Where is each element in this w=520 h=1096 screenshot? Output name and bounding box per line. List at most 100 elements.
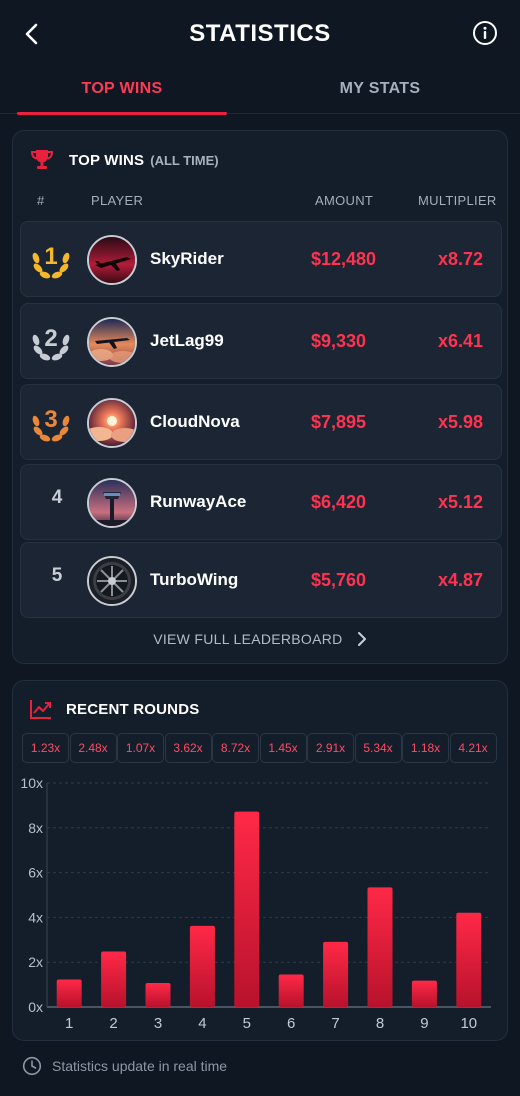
leaderboard-row[interactable]: 4 RunwayAce $6,420 x5.12 — [20, 464, 502, 540]
y-tick-label: 8x — [28, 820, 43, 836]
silver-laurel-medal-icon: 2 — [32, 325, 70, 361]
top-wins-header: TOP WINS (ALL TIME) — [29, 147, 219, 173]
y-tick-label: 10x — [20, 775, 43, 791]
player-name: CloudNova — [150, 412, 240, 431]
info-button[interactable] — [472, 20, 498, 46]
x-tick-label: 7 — [331, 1015, 339, 1032]
col-amount: AMOUNT — [315, 193, 374, 208]
bar-round-3[interactable] — [145, 983, 171, 1007]
col-player: PLAYER — [91, 193, 144, 208]
round-chip: 1.23x — [22, 733, 69, 763]
gold-laurel-medal-icon: 1 — [32, 243, 70, 279]
bar-round-10[interactable] — [456, 912, 482, 1007]
tab-my-stats[interactable]: MY STATS — [275, 66, 485, 114]
footer-note: Statistics update in real time — [22, 1056, 227, 1076]
view-full-leaderboard-link[interactable]: VIEW FULL LEADERBOARD — [13, 631, 507, 647]
view-full-label: VIEW FULL LEADERBOARD — [153, 631, 343, 647]
control-tower-image — [89, 480, 135, 526]
x-tick-label: 5 — [243, 1015, 251, 1032]
plane-sunset-image — [89, 237, 135, 283]
bar-round-1[interactable] — [56, 979, 82, 1007]
win-multiplier: x5.98 — [437, 412, 483, 432]
app-header: STATISTICS — [0, 0, 520, 66]
bar-round-9[interactable] — [411, 980, 437, 1007]
leaderboard-row[interactable]: 2 JetLag99 $9,330 x6.41 — [20, 303, 502, 379]
leaderboard-row[interactable]: 5 TurboWing $5,760 x4.87 — [20, 542, 502, 618]
trophy-icon — [30, 150, 54, 169]
x-tick-label: 3 — [154, 1015, 162, 1032]
avatar-plane-clouds — [87, 317, 137, 367]
jet-engine-image — [89, 558, 135, 604]
top-wins-title: TOP WINS — [69, 151, 145, 169]
leaderboard-row[interactable]: 1 SkyRider $12,480 x8.72 — [20, 221, 502, 297]
bar-round-8[interactable] — [367, 887, 393, 1007]
info-icon — [473, 21, 497, 45]
x-tick-label: 10 — [460, 1015, 477, 1032]
player-name: SkyRider — [150, 249, 224, 268]
bar-round-5[interactable] — [234, 811, 260, 1007]
y-tick-label: 4x — [28, 909, 43, 925]
player-name: RunwayAce — [150, 492, 247, 511]
x-tick-label: 1 — [65, 1015, 73, 1032]
sun-clouds-image — [89, 400, 135, 446]
rank-4: 4 — [51, 487, 63, 508]
rank-2: 2 — [44, 325, 57, 352]
win-multiplier: x8.72 — [437, 249, 483, 269]
round-chip: 5.34x — [354, 733, 402, 763]
top-wins-card: TOP WINS (ALL TIME) # PLAYER AMOUNT MULT… — [12, 130, 508, 664]
win-amount: $12,480 — [311, 249, 377, 269]
round-chip: 1.18x — [402, 733, 449, 763]
leaderboard-row[interactable]: 3 CloudNova $7,895 x5.98 — [20, 384, 502, 460]
rank-1: 1 — [44, 243, 57, 270]
bar-round-6[interactable] — [278, 974, 304, 1007]
win-amount: $9,330 — [311, 331, 367, 351]
avatar-plane-sunset — [87, 235, 137, 285]
round-chip: 2.48x — [69, 733, 117, 763]
y-tick-label: 0x — [28, 999, 43, 1015]
player-name: JetLag99 — [150, 331, 224, 350]
bar-round-7[interactable] — [323, 941, 349, 1007]
recent-rounds-header: RECENT ROUNDS — [29, 698, 199, 720]
avatar-jet-engine — [87, 556, 137, 606]
tab-top-wins[interactable]: TOP WINS — [17, 66, 227, 115]
win-multiplier: x4.87 — [437, 570, 483, 590]
x-tick-label: 4 — [198, 1015, 206, 1032]
x-tick-label: 8 — [376, 1015, 384, 1032]
recent-rounds-title: RECENT ROUNDS — [66, 700, 200, 718]
win-multiplier: x6.41 — [437, 331, 483, 351]
round-chip: 8.72x — [212, 733, 259, 763]
clock-icon — [22, 1056, 42, 1076]
bar-round-4[interactable] — [189, 925, 215, 1007]
tab-bar: TOP WINS MY STATS — [0, 66, 520, 115]
chevron-right-icon — [357, 632, 366, 646]
column-headers: # PLAYER AMOUNT MULTIPLIER — [13, 193, 509, 213]
top-wins-subtitle: (ALL TIME) — [150, 152, 219, 168]
x-tick-label: 2 — [109, 1015, 117, 1032]
y-tick-label: 2x — [28, 954, 43, 970]
footer-text: Statistics update in real time — [52, 1058, 228, 1074]
y-tick-label: 6x — [28, 865, 43, 881]
round-chip: 2.91x — [307, 733, 354, 763]
win-multiplier: x5.12 — [437, 492, 483, 512]
x-tick-label: 6 — [287, 1015, 295, 1032]
recent-rounds-chart: 0x 2x 4x 6x 8x 10x 1 2 3 4 5 6 7 8 9 10 — [20, 775, 491, 1032]
win-amount: $5,760 — [311, 570, 367, 590]
col-rank: # — [37, 193, 45, 208]
bar-round-2[interactable] — [101, 951, 127, 1007]
recent-rounds-card: RECENT ROUNDS 1.23x 2.48x 1.07x 3.62x 8.72x 1… — [12, 680, 508, 1041]
round-chip: 1.07x — [117, 733, 164, 763]
round-chip: 4.21x — [449, 733, 497, 763]
plane-clouds-image — [89, 319, 135, 365]
x-tick-label: 9 — [420, 1015, 428, 1032]
rank-3: 3 — [44, 406, 57, 433]
trending-chart-icon — [30, 700, 51, 719]
page-title: STATISTICS — [189, 20, 331, 47]
col-multiplier: MULTIPLIER — [418, 193, 497, 208]
rank-5: 5 — [51, 565, 63, 586]
round-chip: 3.62x — [164, 733, 212, 763]
avatar-sun-clouds — [87, 398, 137, 448]
win-amount: $7,895 — [311, 412, 367, 432]
win-amount: $6,420 — [311, 492, 367, 512]
bronze-laurel-medal-icon: 3 — [32, 406, 70, 442]
avatar-control-tower — [87, 478, 137, 528]
